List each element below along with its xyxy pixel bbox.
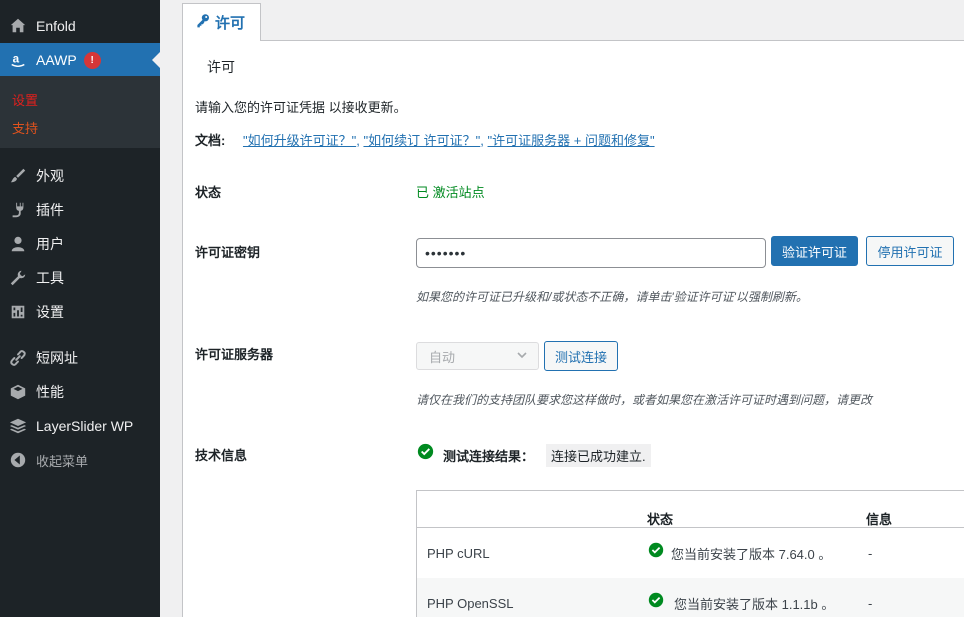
menu-item-aawp[interactable]: a AAWP ! — [0, 43, 160, 77]
tech-info-label: 技术信息 — [195, 448, 248, 463]
section-title: 许可 — [207, 59, 235, 75]
check-circle-icon — [648, 542, 664, 558]
doc-link-server[interactable]: "许可证服务器 + 问题和修复" — [488, 133, 655, 148]
row-status: 您当前安装了版本 7.64.0 。 — [671, 547, 832, 562]
menu-label: 性能 — [36, 384, 64, 400]
verify-license-button[interactable]: 验证许可证 — [771, 236, 858, 266]
menu-item-appearance[interactable]: 外观 — [0, 159, 160, 193]
table-row: PHP cURL 您当前安装了版本 7.64.0 。 - — [417, 528, 964, 578]
menu-item-tools[interactable]: 工具 — [0, 261, 160, 295]
license-key-label: 许可证密钥 — [195, 245, 261, 260]
menu-label: 插件 — [36, 202, 64, 218]
doc-link-upgrade[interactable]: "如何升级许可证？" — [243, 133, 356, 148]
menu-label: 外观 — [36, 168, 64, 184]
check-circle-icon — [648, 592, 664, 608]
link-icon — [0, 349, 36, 367]
doc-link-renew[interactable]: "如何续订 许可证？" — [363, 133, 480, 148]
status-label: 状态 — [195, 185, 222, 200]
tab-license[interactable]: 许可 — [182, 3, 261, 42]
license-server-hint: 请仅在我们的支持团队要求您这样做时，或者如果您在激活许可证时遇到问题，请更改 — [416, 393, 873, 407]
settings-sliders-icon — [0, 303, 36, 321]
menu-label: LayerSlider WP — [36, 418, 134, 434]
menu-label: AAWP — [36, 52, 77, 68]
row-info: - — [868, 596, 873, 611]
table-row: PHP OpenSSL 您当前安装了版本 1.1.1b 。 - — [417, 578, 964, 617]
collapse-arrow-icon — [0, 451, 36, 469]
svg-text:a: a — [13, 53, 20, 66]
status-value: 已 激活站点 — [416, 185, 485, 200]
submenu-item-settings[interactable]: 设置 — [12, 90, 38, 109]
menu-label: 用户 — [36, 236, 64, 252]
row-status: 您当前安装了版本 1.1.1b 。 — [674, 597, 835, 612]
docs-links: 文档: "如何升级许可证？", "如何续订 许可证？", "许可证服务器 + 问… — [195, 130, 655, 149]
layers-icon — [0, 417, 36, 435]
deactivate-license-button[interactable]: 停用许可证 — [866, 236, 954, 266]
key-icon — [195, 13, 215, 33]
tech-info-table: 状态 信息 PHP cURL 您当前安装了版本 7.64.0 。 - PHP O… — [416, 490, 964, 617]
amazon-icon: a — [0, 51, 36, 69]
notification-badge: ! — [83, 51, 101, 69]
intro-text: 请输入您的许可证凭据 以接收更新。 — [195, 100, 407, 115]
menu-label: 设置 — [36, 304, 64, 320]
collapse-menu-button[interactable]: 收起菜单 — [0, 443, 160, 477]
docs-label: 文档: — [195, 133, 226, 148]
admin-sidebar: Enfold a AAWP ! 设置 支持 外观 插件 用户 工具 设置 短网址… — [0, 0, 160, 617]
row-name: PHP OpenSSL — [427, 596, 514, 611]
menu-item-settings[interactable]: 设置 — [0, 295, 160, 329]
tab-bar: 许可 — [182, 0, 964, 42]
aawp-submenu: 设置 支持 — [0, 76, 160, 148]
plugin-icon — [0, 201, 36, 219]
test-result-label: 测试连接结果： — [443, 449, 535, 464]
row-info: - — [868, 546, 873, 561]
paintbrush-icon — [0, 167, 36, 185]
test-connection-button[interactable]: 测试连接 — [544, 341, 618, 371]
menu-item-users[interactable]: 用户 — [0, 227, 160, 261]
table-header-info: 信息 — [866, 512, 893, 527]
menu-item-short-urls[interactable]: 短网址 — [0, 341, 160, 375]
table-header-status: 状态 — [647, 512, 674, 527]
row-name: PHP cURL — [427, 546, 490, 561]
license-server-label: 许可证服务器 — [195, 347, 274, 362]
house-icon — [0, 17, 36, 35]
license-key-hint: 如果您的许可证已升级和/或状态不正确，请单击'验证许可证'以强制刷新。 — [416, 290, 808, 304]
menu-label: 工具 — [36, 270, 64, 286]
menu-item-plugins[interactable]: 插件 — [0, 193, 160, 227]
test-result-value: 连接已成功建立. — [546, 444, 651, 467]
license-server-select[interactable]: 自动 — [416, 342, 539, 370]
separator: , — [356, 133, 360, 148]
menu-label: Enfold — [36, 18, 76, 34]
tab-label: 许可 — [215, 15, 246, 32]
box-icon — [0, 383, 36, 401]
main-content: 许可 许可 请输入您的许可证凭据 以接收更新。 文档: "如何升级许可证？", … — [160, 0, 964, 617]
menu-item-performance[interactable]: 性能 — [0, 375, 160, 409]
separator: , — [480, 133, 484, 148]
menu-item-enfold[interactable]: Enfold — [0, 9, 160, 43]
submenu-item-support[interactable]: 支持 — [12, 118, 38, 137]
menu-item-layerslider[interactable]: LayerSlider WP — [0, 409, 160, 443]
menu-label: 收起菜单 — [36, 453, 89, 469]
select-value: 自动 — [429, 349, 456, 365]
user-icon — [0, 235, 36, 253]
check-circle-icon — [417, 443, 434, 460]
wrench-icon — [0, 269, 36, 287]
license-panel: 许可 请输入您的许可证凭据 以接收更新。 文档: "如何升级许可证？", "如何… — [182, 41, 964, 617]
menu-label: 短网址 — [36, 350, 78, 366]
license-key-input[interactable] — [416, 238, 766, 268]
chevron-down-icon — [516, 349, 528, 364]
